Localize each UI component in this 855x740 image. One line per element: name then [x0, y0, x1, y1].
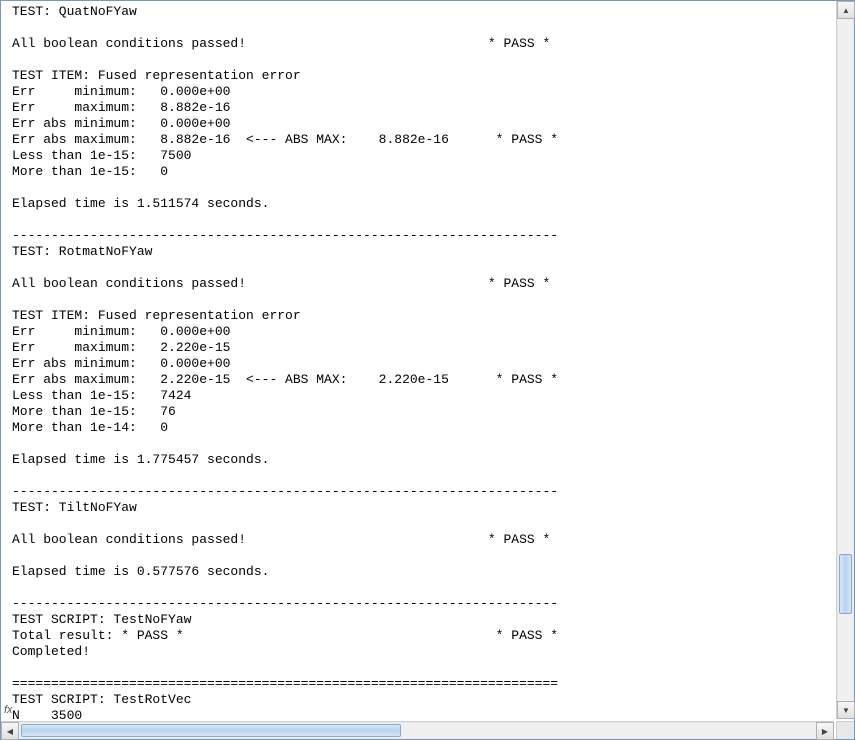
- horizontal-scroll-track[interactable]: [19, 723, 816, 738]
- fx-label: fx: [4, 701, 13, 719]
- horizontal-scroll-thumb[interactable]: [21, 724, 401, 737]
- horizontal-scrollbar[interactable]: ◀ ▶: [1, 721, 834, 739]
- scroll-up-button[interactable]: ▲: [837, 1, 855, 19]
- vertical-scroll-track[interactable]: [838, 19, 853, 701]
- vertical-scroll-thumb[interactable]: [839, 554, 852, 614]
- scroll-right-button[interactable]: ▶: [816, 722, 834, 740]
- scroll-left-button[interactable]: ◀: [1, 722, 19, 740]
- vertical-scrollbar[interactable]: ▲ ▼: [836, 1, 854, 719]
- scrollbar-corner: [836, 721, 854, 739]
- console-output: TEST: QuatNoFYaw All boolean conditions …: [2, 2, 834, 719]
- command-window-frame: TEST: QuatNoFYaw All boolean conditions …: [0, 0, 855, 740]
- scroll-down-button[interactable]: ▼: [837, 701, 855, 719]
- console-content-pane: TEST: QuatNoFYaw All boolean conditions …: [2, 2, 834, 719]
